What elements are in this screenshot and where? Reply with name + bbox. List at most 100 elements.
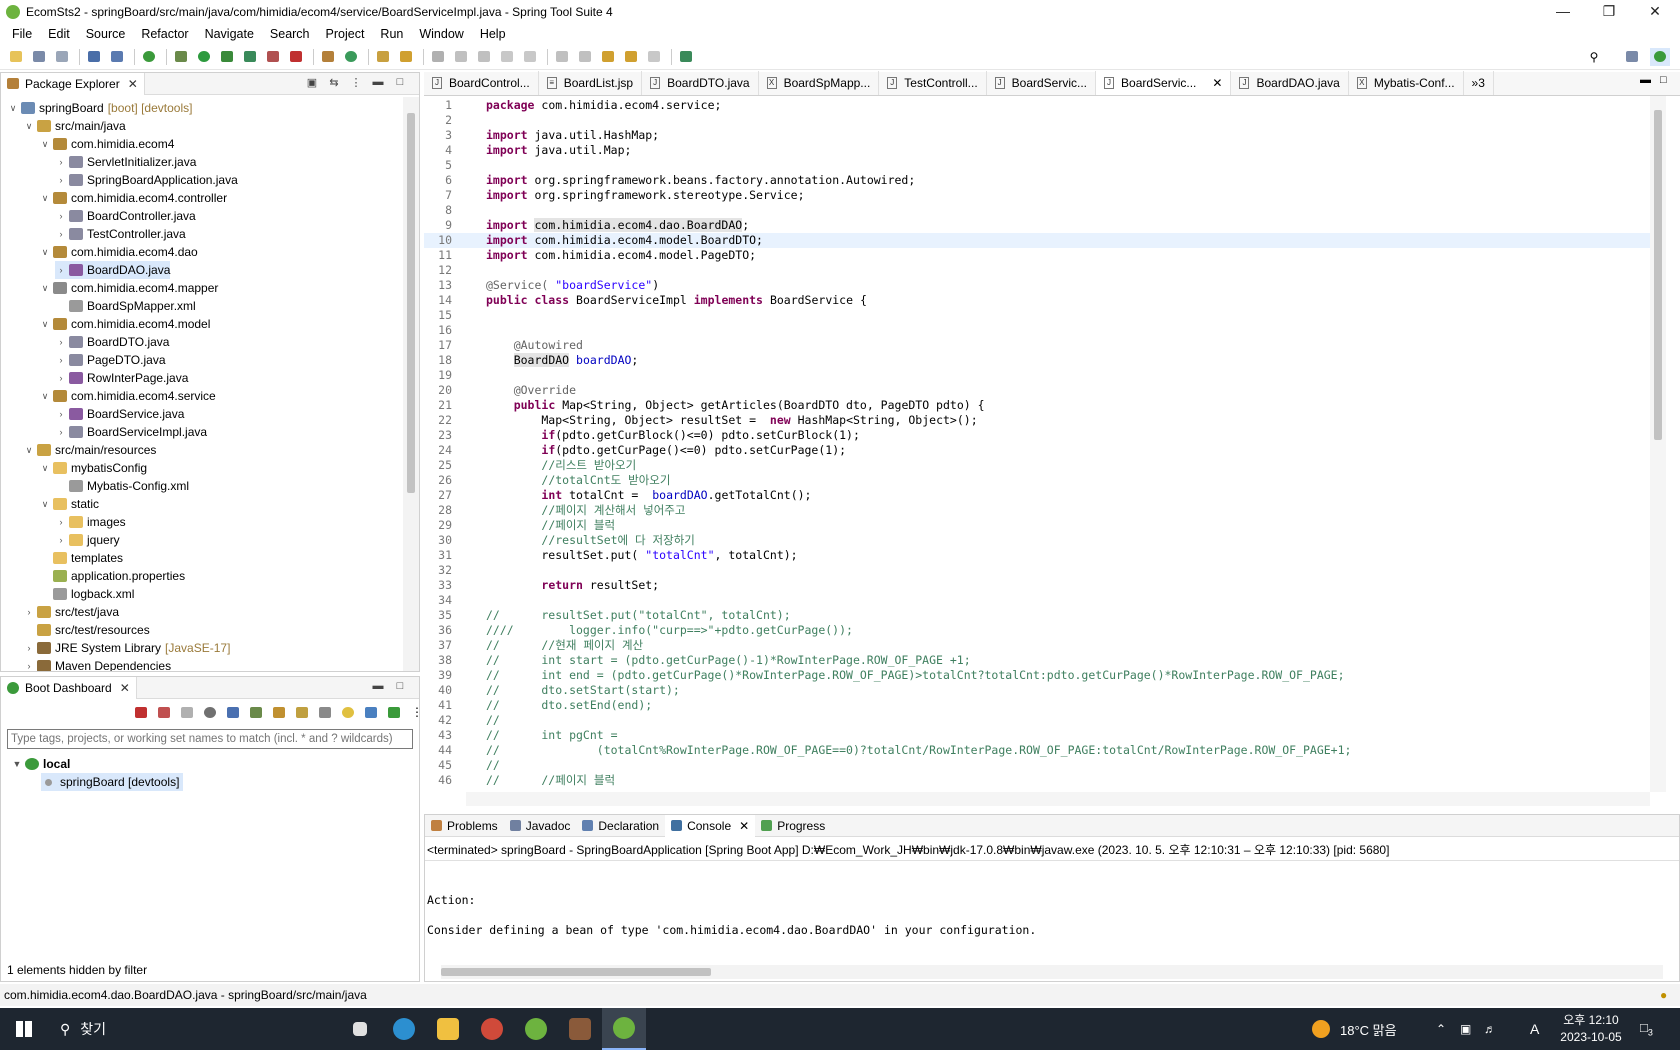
taskbar-search[interactable]: ⚲ 찾기	[48, 1008, 338, 1050]
chevron-right-icon[interactable]: ›	[23, 643, 35, 653]
tab-console[interactable]: Console ✕	[665, 814, 756, 837]
console-hscrollbar[interactable]	[441, 965, 1663, 979]
tree-item[interactable]: › PageDTO.java	[55, 351, 166, 369]
chevron-down-icon[interactable]: ∨	[39, 139, 51, 150]
editor-tab[interactable]: ≡ BoardList.jsp	[539, 71, 643, 95]
toggle-mark-occurrences-icon[interactable]	[428, 48, 448, 66]
editor-scrollbar[interactable]	[1650, 96, 1666, 792]
editor-tab[interactable]: J BoardServic... ✕	[1096, 71, 1232, 95]
tree-item[interactable]: ∨ static	[39, 495, 99, 513]
next-annotation-icon[interactable]	[552, 48, 572, 66]
save-icon[interactable]	[29, 48, 49, 66]
package-explorer-scrollbar[interactable]	[403, 97, 419, 671]
editor-tab[interactable]: J BoardServic...	[987, 71, 1097, 95]
spring-app-icon[interactable]	[514, 1008, 558, 1050]
chevron-down-icon[interactable]: ∨	[39, 463, 51, 474]
chevron-right-icon[interactable]: ›	[55, 157, 67, 167]
boot-dashboard-icon[interactable]	[139, 48, 159, 66]
speaker-icon[interactable]: ♬	[1484, 1022, 1496, 1036]
tree-item[interactable]: › images	[55, 513, 126, 531]
menu-project[interactable]: Project	[318, 24, 373, 44]
chevron-down-icon[interactable]: ∨	[39, 391, 51, 402]
tree-item[interactable]: › ServletInitializer.java	[55, 153, 197, 171]
chevron-right-icon[interactable]: ›	[55, 409, 67, 419]
menu-navigate[interactable]: Navigate	[197, 24, 262, 44]
tab-javadoc[interactable]: Javadoc	[504, 815, 577, 837]
pilcrow-icon[interactable]	[520, 48, 540, 66]
tree-item[interactable]: BoardSpMapper.xml	[55, 297, 196, 315]
collapse-all-icon[interactable]: ▣	[305, 76, 319, 89]
chevron-right-icon[interactable]: ›	[23, 661, 35, 671]
clock[interactable]: 오후 12:10 2023-10-05	[1556, 1012, 1626, 1046]
run-external-icon[interactable]	[240, 48, 260, 66]
console-output[interactable]: <terminated> springBoard - SpringBoardAp…	[425, 839, 1679, 981]
notification-center-icon[interactable]: □3	[1640, 1020, 1653, 1038]
tab-declaration[interactable]: Declaration	[576, 815, 665, 837]
run-icon[interactable]	[194, 48, 214, 66]
spring-perspective-icon[interactable]	[1650, 47, 1670, 66]
chevron-down-icon[interactable]: ∨	[39, 247, 51, 258]
chevron-right-icon[interactable]: ›	[55, 373, 67, 383]
link-with-editor-icon[interactable]: ⇆	[327, 76, 341, 89]
forward-icon[interactable]	[644, 48, 664, 66]
tree-item[interactable]: › BoardServiceImpl.java	[55, 423, 208, 441]
tree-item[interactable]: src/test/resources	[23, 621, 150, 639]
tree-item[interactable]: › jquery	[55, 531, 120, 549]
chevron-right-icon[interactable]: ›	[55, 427, 67, 437]
editor-tab[interactable]: J BoardDTO.java	[642, 71, 759, 95]
coverage-icon[interactable]	[217, 48, 237, 66]
previous-annotation-icon[interactable]	[575, 48, 595, 66]
minimize-button[interactable]: —	[1540, 0, 1586, 24]
browser-icon[interactable]	[223, 703, 243, 721]
edit-icon[interactable]	[292, 703, 312, 721]
tree-item[interactable]: ∨ springBoard [boot] [devtools]	[7, 99, 193, 117]
new-icon[interactable]	[6, 48, 26, 66]
tree-item[interactable]: ∨ com.himidia.ecom4.service	[39, 387, 216, 405]
search-icon[interactable]: ⚲	[1584, 48, 1604, 66]
edge-icon[interactable]	[382, 1008, 426, 1050]
save-all-icon[interactable]	[52, 48, 72, 66]
open-type-icon[interactable]	[373, 48, 393, 66]
tree-item[interactable]: templates	[39, 549, 123, 567]
chrome-icon[interactable]	[470, 1008, 514, 1050]
pin-editor-icon[interactable]	[676, 48, 696, 66]
close-window-button[interactable]: ✕	[1632, 0, 1678, 24]
tree-item[interactable]: › Maven Dependencies	[23, 657, 171, 671]
tree-item[interactable]: ∨ com.himidia.ecom4.mapper	[39, 279, 219, 297]
tree-item[interactable]: ∨ com.himidia.ecom4	[39, 135, 175, 153]
terminate-icon[interactable]	[286, 48, 306, 66]
tree-item[interactable]: › JRE System Library [JavaSE-17]	[23, 639, 231, 657]
tree-item[interactable]: › BoardController.java	[55, 207, 196, 225]
skip-breakpoints-icon[interactable]	[107, 48, 127, 66]
debug-icon[interactable]	[171, 48, 191, 66]
tab-problems[interactable]: Problems	[425, 815, 504, 837]
tab-boot-dashboard[interactable]: Boot Dashboard ✕	[1, 676, 137, 699]
chevron-down-icon[interactable]: ∨	[23, 121, 35, 132]
close-icon[interactable]: ✕	[120, 681, 130, 695]
lightbulb-icon[interactable]: ●	[1660, 988, 1667, 1002]
editor-tab[interactable]: J BoardControl...	[424, 71, 539, 95]
chevron-up-icon[interactable]: ⌃	[1436, 1022, 1446, 1036]
weather-widget[interactable]: 18°C 맑음	[1312, 1020, 1397, 1039]
chevron-right-icon[interactable]: ›	[23, 607, 35, 617]
editor-tab[interactable]: »3	[1464, 71, 1494, 95]
minimize-view-icon[interactable]: ▬	[371, 680, 385, 692]
back-icon[interactable]	[621, 48, 641, 66]
chevron-right-icon[interactable]: ›	[55, 265, 67, 275]
windows-start-icon[interactable]	[0, 1008, 48, 1050]
chevron-down-icon[interactable]: ∨	[39, 319, 51, 330]
tree-item[interactable]: ∨ com.himidia.ecom4.dao	[39, 243, 198, 261]
maximize-button[interactable]: ❐	[1586, 0, 1632, 24]
close-icon[interactable]: ✕	[128, 77, 138, 91]
chevron-right-icon[interactable]: ›	[55, 535, 67, 545]
chevron-right-icon[interactable]: ›	[55, 517, 67, 527]
new-java-package-icon[interactable]	[318, 48, 338, 66]
chevron-down-icon[interactable]: ∨	[39, 193, 51, 204]
close-icon[interactable]: ✕	[739, 819, 749, 833]
tree-item[interactable]: application.properties	[39, 567, 185, 585]
maximize-view-icon[interactable]: □	[393, 76, 407, 88]
tree-item[interactable]: logback.xml	[39, 585, 134, 603]
task-view-icon[interactable]	[338, 1008, 382, 1050]
boot-app-item[interactable]: springBoard [devtools]	[41, 773, 184, 791]
tree-item[interactable]: ∨ com.himidia.ecom4.model	[39, 315, 211, 333]
